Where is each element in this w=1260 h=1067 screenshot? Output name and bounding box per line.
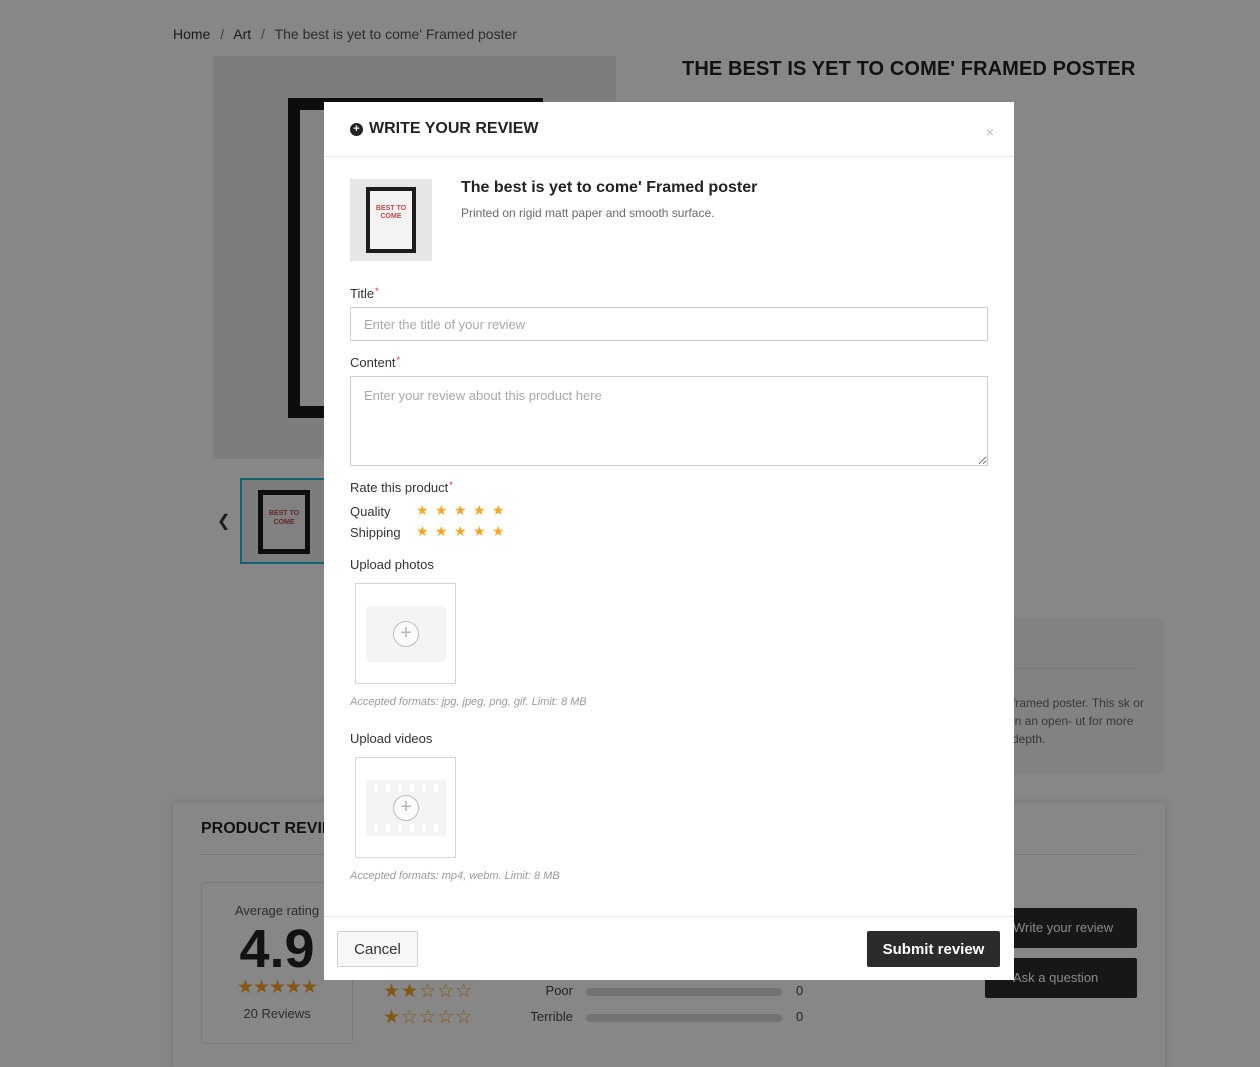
upload-photos-hint: Accepted formats: jpg, jpeg, png, gif. L…: [350, 696, 587, 708]
required-marker: *: [396, 355, 401, 365]
rate-label-text: Rate this product: [350, 480, 449, 495]
film-strip: [366, 824, 445, 832]
star-icon[interactable]: ★: [435, 502, 454, 519]
cancel-button[interactable]: Cancel: [337, 931, 418, 967]
add-video-icon: +: [393, 795, 419, 821]
review-content-textarea[interactable]: [350, 376, 988, 466]
star-icon[interactable]: ★: [473, 523, 492, 540]
star-icon[interactable]: ★: [492, 523, 511, 540]
upload-videos-label: Upload videos: [350, 731, 433, 746]
rating-row-shipping: Shipping ★ ★ ★ ★ ★: [350, 523, 650, 543]
title-label: Title*: [350, 286, 379, 301]
submit-review-button[interactable]: Submit review: [867, 931, 1000, 967]
star-rating-input[interactable]: ★ ★ ★ ★ ★: [416, 502, 511, 519]
modal-footer: Cancel Submit review: [324, 916, 1014, 980]
upload-videos-hint: Accepted formats: mp4, webm. Limit: 8 MB: [350, 870, 560, 882]
content-label-text: Content: [350, 355, 396, 370]
star-icon[interactable]: ★: [492, 502, 511, 519]
modal-title: + WRITE YOUR REVIEW: [350, 120, 539, 138]
required-marker: *: [449, 480, 453, 490]
modal-title-text: WRITE YOUR REVIEW: [369, 120, 539, 137]
modal-header: + WRITE YOUR REVIEW ×: [324, 102, 1014, 157]
star-icon[interactable]: ★: [416, 502, 435, 519]
star-icon[interactable]: ★: [435, 523, 454, 540]
required-marker: *: [375, 286, 379, 296]
rating-row-quality: Quality ★ ★ ★ ★ ★: [350, 502, 650, 522]
close-icon[interactable]: ×: [986, 124, 994, 140]
upload-photo-dropzone[interactable]: +: [355, 583, 456, 684]
poster-artwork: BEST TO COME: [370, 191, 412, 249]
star-icon[interactable]: ★: [454, 502, 473, 519]
product-thumbnail: BEST TO COME: [350, 179, 432, 261]
star-icon[interactable]: ★: [416, 523, 435, 540]
modal-product-name: The best is yet to come' Framed poster: [461, 179, 758, 196]
plus-circle-icon: +: [350, 122, 363, 136]
star-icon[interactable]: ★: [473, 502, 492, 519]
add-photo-icon: +: [393, 621, 419, 647]
modal-product-description: Printed on rigid matt paper and smooth s…: [461, 206, 715, 220]
film-strip: [366, 784, 445, 792]
star-rating-input[interactable]: ★ ★ ★ ★ ★: [416, 523, 511, 540]
poster-frame: BEST TO COME: [366, 187, 416, 253]
star-icon[interactable]: ★: [454, 523, 473, 540]
review-title-input[interactable]: [350, 307, 988, 341]
rating-name: Shipping: [350, 525, 401, 540]
upload-video-dropzone[interactable]: +: [355, 757, 456, 858]
content-label: Content*: [350, 355, 400, 370]
rate-label: Rate this product*: [350, 480, 453, 495]
title-label-text: Title: [350, 286, 375, 301]
rating-name: Quality: [350, 504, 391, 519]
upload-photos-label: Upload photos: [350, 557, 434, 572]
write-review-modal: + WRITE YOUR REVIEW × BEST TO COME The b…: [324, 102, 1014, 980]
